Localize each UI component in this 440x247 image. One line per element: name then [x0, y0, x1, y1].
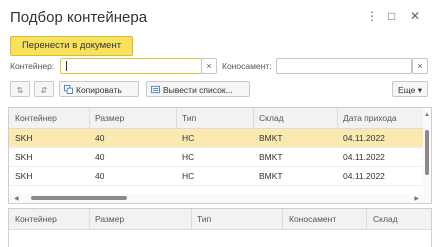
horizontal-scrollbar[interactable]: ◀ ▶ — [9, 194, 423, 203]
consignment-filter-input[interactable] — [276, 58, 412, 74]
cell-warehouse: BMKT — [259, 171, 283, 181]
consignment-clear-button[interactable]: × — [412, 58, 428, 74]
column-divider — [89, 209, 90, 229]
clear-icon: × — [206, 61, 212, 71]
table-row[interactable]: SKH 40 HC BMKT 04.11.2022 — [9, 129, 423, 148]
scroll-right-icon[interactable]: ▶ — [414, 195, 419, 202]
copy-button-label: Копировать — [76, 85, 122, 95]
kebab-menu-icon[interactable]: ⋮ — [366, 9, 378, 23]
cell-size: 40 — [95, 171, 105, 181]
cell-warehouse: BMKT — [259, 152, 283, 162]
scroll-left-icon[interactable]: ◀ — [14, 195, 19, 202]
column-divider — [366, 209, 367, 229]
horizontal-scroll-thumb[interactable] — [31, 196, 127, 200]
more-button[interactable]: Еще ▾ — [392, 81, 428, 97]
cell-type: HC — [182, 133, 195, 143]
bottom-table: Контейнер Размер Тип Коносамент Склад — [8, 208, 432, 247]
scroll-up-icon[interactable]: ▲ — [424, 112, 430, 118]
column-header-warehouse[interactable]: Склад — [259, 113, 284, 123]
sort-ascending-button[interactable]: ⇅ — [10, 81, 30, 97]
container-table: Контейнер Размер Тип Склад Дата прихода … — [8, 107, 432, 204]
column-divider — [89, 108, 90, 128]
container-selection-window: Подбор контейнера ⋮ □ ✕ Перенести в доку… — [0, 0, 440, 247]
close-icon[interactable]: ✕ — [410, 9, 420, 23]
sort-ascending-icon: ⇅ — [16, 86, 24, 95]
column-header-consignment[interactable]: Коносамент — [289, 214, 336, 224]
text-caret — [66, 61, 67, 71]
vertical-scroll-thumb[interactable] — [425, 130, 429, 175]
cell-container: SKH — [15, 133, 33, 143]
container-filter-label: Контейнер: — [10, 61, 55, 71]
cell-type: HC — [182, 152, 195, 162]
cell-size: 40 — [95, 133, 105, 143]
column-header-arrival-date[interactable]: Дата прихода — [343, 113, 397, 123]
consignment-filter-label: Коносамент: — [222, 61, 272, 71]
column-header-size[interactable]: Размер — [95, 214, 124, 224]
bottom-table-header: Контейнер Размер Тип Коносамент Склад — [9, 209, 431, 230]
column-divider — [337, 108, 338, 128]
transfer-to-document-button[interactable]: Перенести в документ — [10, 36, 133, 56]
sort-descending-button[interactable]: ⇵ — [34, 81, 54, 97]
export-list-button-label: Вывести список... — [163, 85, 233, 95]
column-divider — [191, 209, 192, 229]
vertical-scrollbar[interactable]: ▲ — [423, 108, 431, 203]
maximize-icon[interactable]: □ — [388, 9, 395, 23]
export-list-icon — [151, 85, 160, 94]
column-divider — [282, 209, 283, 229]
column-divider — [176, 108, 177, 128]
table-row[interactable]: SKH 40 HC BMKT 04.11.2022 — [9, 167, 423, 186]
export-list-button[interactable]: Вывести список... — [146, 81, 250, 97]
cell-container: SKH — [15, 152, 33, 162]
cell-type: HC — [182, 171, 195, 181]
copy-button[interactable]: Копировать — [59, 81, 139, 97]
copy-icon — [64, 85, 73, 94]
window-title: Подбор контейнера — [10, 9, 148, 26]
column-divider — [253, 108, 254, 128]
column-header-type[interactable]: Тип — [197, 214, 211, 224]
column-header-container[interactable]: Контейнер — [15, 214, 57, 224]
container-clear-button[interactable]: × — [201, 58, 217, 74]
cell-size: 40 — [95, 152, 105, 162]
container-filter-input[interactable] — [60, 58, 202, 74]
column-header-container[interactable]: Контейнер — [15, 113, 57, 123]
column-header-warehouse[interactable]: Склад — [373, 214, 398, 224]
cell-arrival-date: 04.11.2022 — [343, 133, 385, 143]
cell-warehouse: BMKT — [259, 133, 283, 143]
column-header-size[interactable]: Размер — [95, 113, 124, 123]
cell-container: SKH — [15, 171, 33, 181]
cell-arrival-date: 04.11.2022 — [343, 152, 385, 162]
sort-descending-icon: ⇵ — [40, 86, 48, 95]
cell-arrival-date: 04.11.2022 — [343, 171, 385, 181]
table-row[interactable]: SKH 40 HC BMKT 04.11.2022 — [9, 148, 423, 167]
column-header-type[interactable]: Тип — [182, 113, 196, 123]
clear-icon: × — [417, 61, 423, 71]
table-header: Контейнер Размер Тип Склад Дата прихода — [9, 108, 431, 129]
